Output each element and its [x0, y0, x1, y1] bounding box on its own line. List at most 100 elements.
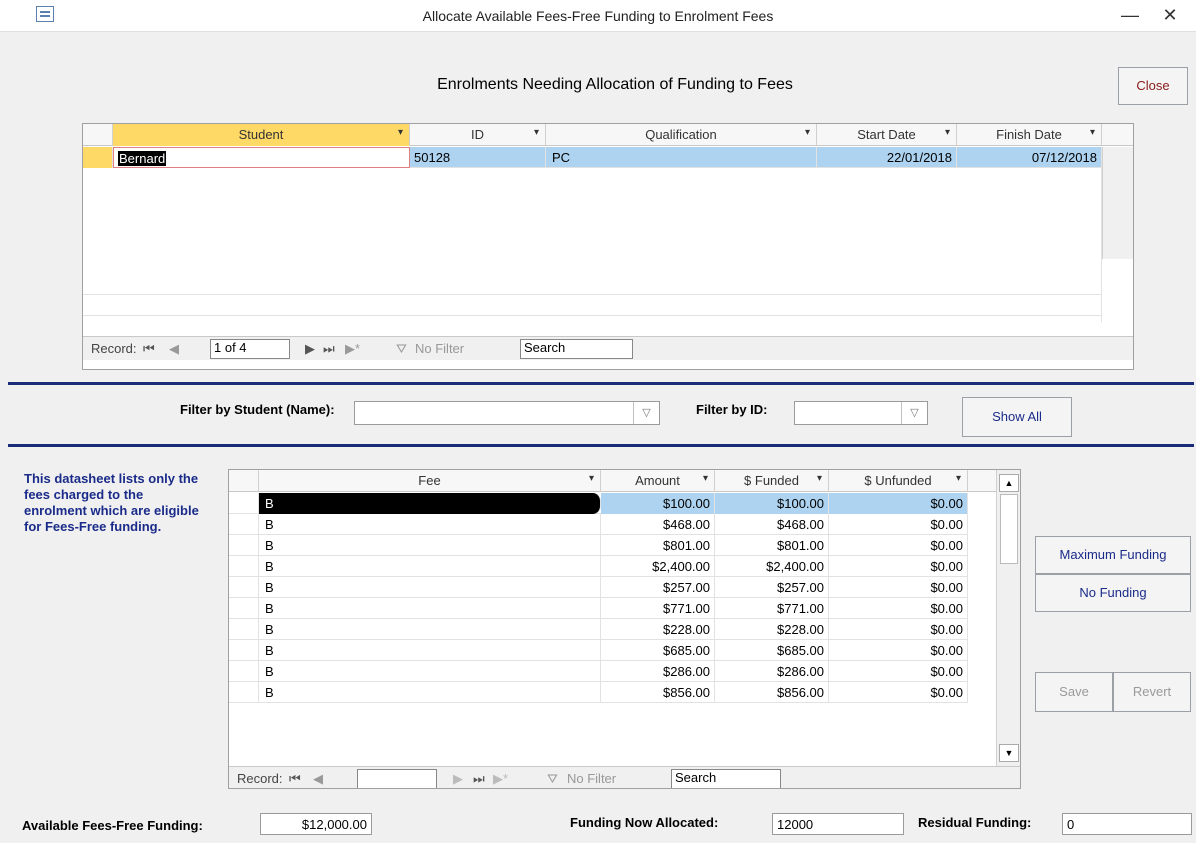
column-header-qualification[interactable]: Qualification ▾ [546, 124, 817, 146]
table-row[interactable]: B $257.00 $257.00 $0.00 [229, 577, 968, 598]
minimize-icon[interactable]: — [1116, 4, 1144, 26]
unfunded-cell[interactable]: $0.00 [829, 493, 968, 514]
unfunded-cell[interactable]: $0.00 [829, 682, 968, 703]
fee-cell[interactable]: B [259, 640, 601, 661]
new-record-icon[interactable]: ▶* [493, 771, 508, 787]
first-record-icon[interactable]: ⏮ [143, 341, 155, 357]
vertical-scrollbar[interactable]: ▲ ▼ [996, 470, 1020, 766]
amount-cell[interactable]: $257.00 [601, 577, 715, 598]
dropdown-arrow-icon[interactable]: ▾ [817, 473, 822, 484]
unfunded-cell[interactable]: $0.00 [829, 535, 968, 556]
search-input[interactable]: Search [671, 769, 781, 788]
table-row[interactable]: B $100.00 $100.00 $0.00 [229, 493, 968, 514]
student-cell[interactable]: Bernard [113, 147, 410, 168]
funded-cell[interactable]: $228.00 [715, 619, 829, 640]
select-all-corner[interactable] [229, 470, 259, 492]
table-row[interactable]: Bernard 50128 PC 22/01/2018 07/12/2018 [83, 147, 1102, 168]
unfunded-cell[interactable]: $0.00 [829, 598, 968, 619]
table-row[interactable]: B $685.00 $685.00 $0.00 [229, 640, 968, 661]
chevron-down-icon[interactable]: ▽ [633, 402, 659, 424]
id-cell[interactable]: 50128 [410, 147, 546, 168]
no-filter-label[interactable]: No Filter [415, 341, 464, 356]
funded-cell[interactable]: $801.00 [715, 535, 829, 556]
fee-cell[interactable]: B [259, 556, 601, 577]
qualification-cell[interactable]: PC [546, 147, 817, 168]
unfunded-cell[interactable]: $0.00 [829, 640, 968, 661]
unfunded-cell[interactable]: $0.00 [829, 577, 968, 598]
dropdown-arrow-icon[interactable]: ▾ [1090, 127, 1095, 138]
column-header-amount[interactable]: Amount ▾ [601, 470, 715, 492]
column-header-funded[interactable]: $ Funded ▾ [715, 470, 829, 492]
column-header-finish-date[interactable]: Finish Date ▾ [957, 124, 1102, 146]
unfunded-cell[interactable]: $0.00 [829, 556, 968, 577]
funded-cell[interactable]: $685.00 [715, 640, 829, 661]
fee-cell[interactable]: B [259, 661, 601, 682]
previous-record-icon[interactable]: ◀ [169, 341, 179, 357]
filter-id-combo[interactable]: ▽ [794, 401, 928, 425]
fee-cell[interactable]: B [259, 682, 601, 703]
next-record-icon[interactable]: ▶ [305, 341, 315, 357]
dropdown-arrow-icon[interactable]: ▾ [956, 473, 961, 484]
column-header-start-date[interactable]: Start Date ▾ [817, 124, 957, 146]
dropdown-arrow-icon[interactable]: ▾ [534, 127, 539, 138]
table-row[interactable]: B $468.00 $468.00 $0.00 [229, 514, 968, 535]
last-record-icon[interactable]: ⏭ [473, 771, 485, 787]
table-row[interactable]: B $801.00 $801.00 $0.00 [229, 535, 968, 556]
table-row[interactable]: B $2,400.00 $2,400.00 $0.00 [229, 556, 968, 577]
row-selector[interactable] [83, 147, 113, 168]
funded-cell[interactable]: $771.00 [715, 598, 829, 619]
search-input[interactable]: Search [520, 339, 633, 359]
close-button[interactable]: Close [1118, 67, 1188, 105]
amount-cell[interactable]: $100.00 [601, 493, 715, 514]
row-selector[interactable] [229, 598, 259, 619]
row-selector[interactable] [229, 682, 259, 703]
vertical-scrollbar[interactable] [1102, 147, 1133, 259]
funded-cell[interactable]: $100.00 [715, 493, 829, 514]
start-date-cell[interactable]: 22/01/2018 [817, 147, 957, 168]
save-button[interactable]: Save [1035, 672, 1113, 712]
column-header-unfunded[interactable]: $ Unfunded ▾ [829, 470, 968, 492]
table-row[interactable]: B $286.00 $286.00 $0.00 [229, 661, 968, 682]
close-icon[interactable]: ✕ [1156, 4, 1184, 26]
column-header-student[interactable]: Student ▾ [113, 124, 410, 146]
amount-cell[interactable]: $228.00 [601, 619, 715, 640]
column-header-id[interactable]: ID ▾ [410, 124, 546, 146]
fee-cell[interactable]: B [259, 619, 601, 640]
row-selector[interactable] [229, 514, 259, 535]
maximum-funding-button[interactable]: Maximum Funding [1035, 536, 1191, 574]
fee-cell[interactable]: B [259, 514, 601, 535]
select-all-corner[interactable] [83, 124, 113, 146]
row-selector[interactable] [229, 535, 259, 556]
row-selector[interactable] [229, 640, 259, 661]
amount-cell[interactable]: $771.00 [601, 598, 715, 619]
scroll-thumb[interactable] [1000, 494, 1018, 564]
revert-button[interactable]: Revert [1113, 672, 1191, 712]
previous-record-icon[interactable]: ◀ [313, 771, 323, 787]
filter-student-combo[interactable]: ▽ [354, 401, 660, 425]
no-funding-button[interactable]: No Funding [1035, 574, 1191, 612]
amount-cell[interactable]: $801.00 [601, 535, 715, 556]
amount-cell[interactable]: $468.00 [601, 514, 715, 535]
row-selector[interactable] [229, 661, 259, 682]
row-selector[interactable] [229, 493, 259, 514]
last-record-icon[interactable]: ⏭ [323, 341, 335, 357]
column-header-fee[interactable]: Fee ▾ [259, 470, 601, 492]
table-row[interactable]: B $771.00 $771.00 $0.00 [229, 598, 968, 619]
fee-cell[interactable]: B [259, 598, 601, 619]
fee-cell[interactable]: B [259, 535, 601, 556]
funded-cell[interactable]: $257.00 [715, 577, 829, 598]
dropdown-arrow-icon[interactable]: ▾ [398, 127, 403, 138]
no-filter-icon[interactable]: ⛛ [396, 341, 407, 357]
next-record-icon[interactable]: ▶ [453, 771, 463, 787]
amount-cell[interactable]: $856.00 [601, 682, 715, 703]
record-number-input[interactable] [357, 769, 437, 788]
dropdown-arrow-icon[interactable]: ▾ [945, 127, 950, 138]
show-all-button[interactable]: Show All [962, 397, 1072, 437]
chevron-down-icon[interactable]: ▽ [901, 402, 927, 424]
new-record-icon[interactable]: ▶* [345, 341, 360, 357]
funded-cell[interactable]: $286.00 [715, 661, 829, 682]
fee-cell[interactable]: B [259, 493, 601, 514]
first-record-icon[interactable]: ⏮ [289, 771, 301, 787]
funded-cell[interactable]: $2,400.00 [715, 556, 829, 577]
unfunded-cell[interactable]: $0.00 [829, 661, 968, 682]
